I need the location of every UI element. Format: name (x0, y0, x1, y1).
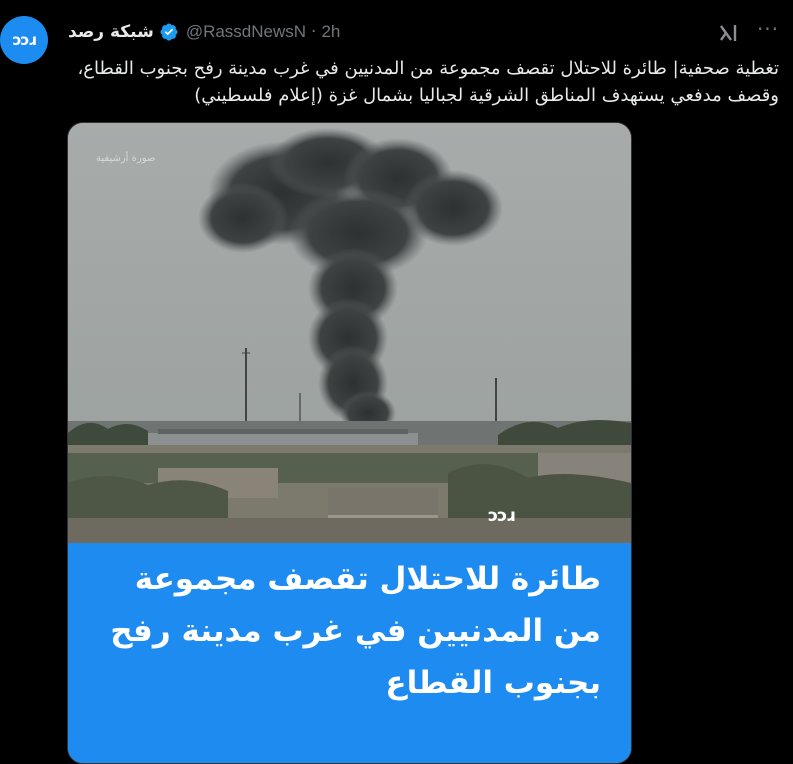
avatar[interactable]: ɔɔɹ (0, 16, 48, 64)
tweet-media[interactable]: صورة أرشيفية ɔɔɹ طائرة للاحتلال تقصف مجم… (67, 122, 632, 764)
headline-line-2: من المدنيين في غرب مدينة رفح (110, 613, 601, 649)
timestamp[interactable]: 2h (321, 22, 340, 42)
separator-dot: · (311, 22, 317, 42)
brand-logo: ɔɔɹ (488, 506, 515, 526)
display-name[interactable]: شبكة رصد (68, 22, 154, 42)
avatar-logo: ɔɔɹ (12, 31, 37, 49)
tweet-text: تغطية صحفية| طائرة للاحتلال تقصف مجموعة … (77, 58, 779, 106)
news-photo[interactable] (68, 123, 631, 543)
verified-badge-icon (160, 23, 178, 41)
headline-line-3: بجنوب القطاع (385, 665, 601, 701)
headline-line-1: طائرة للاحتلال تقصف مجموعة (134, 561, 601, 597)
more-icon[interactable]: ··· (756, 19, 780, 42)
grok-icon[interactable] (718, 22, 740, 44)
headline-panel: طائرة للاحتلال تقصف مجموعة من المدنيين ف… (68, 543, 631, 763)
tweet-header: شبكة رصد @RassdNewsN · 2h (68, 20, 340, 44)
handle[interactable]: @RassdNewsN (186, 22, 306, 42)
photo-watermark: صورة أرشيفية (96, 153, 156, 164)
